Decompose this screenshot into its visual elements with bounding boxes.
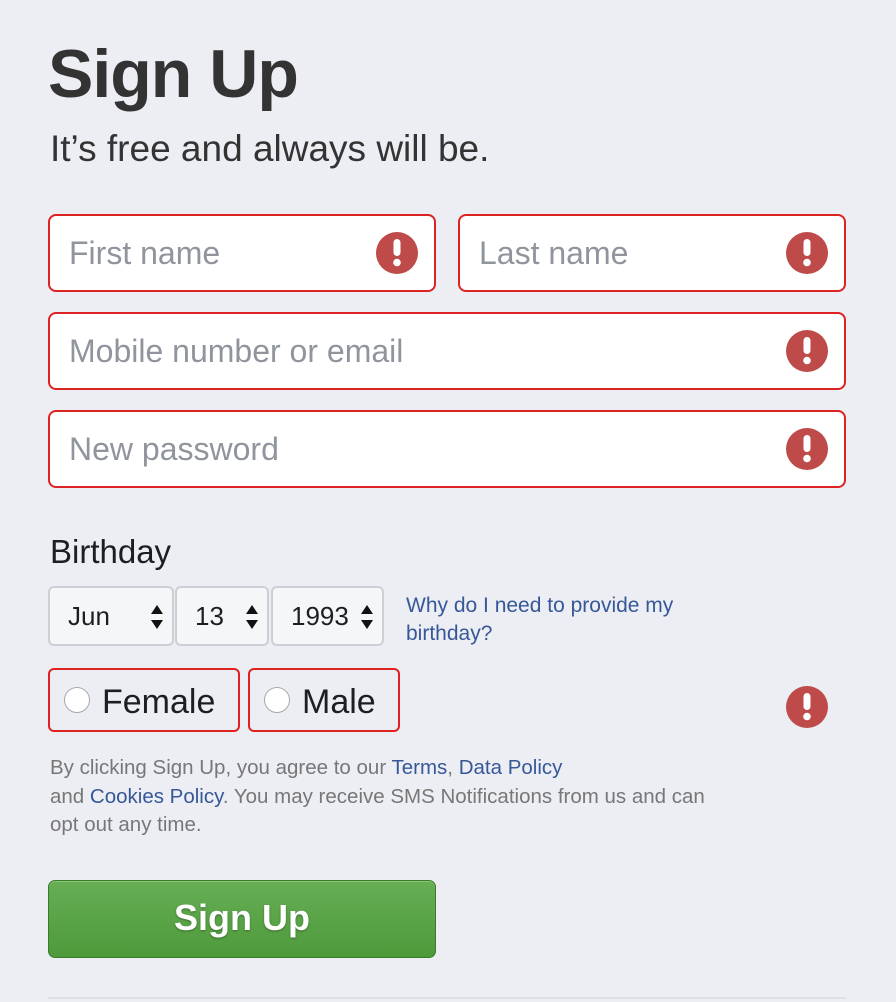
contact-field bbox=[48, 312, 846, 390]
gender-error-icon bbox=[786, 686, 828, 728]
password-field bbox=[48, 410, 846, 488]
day-value: 13 bbox=[195, 601, 224, 631]
legal-prefix: By clicking Sign Up, you agree to our bbox=[50, 756, 392, 779]
select-arrows-icon bbox=[151, 605, 163, 629]
birthday-label: Birthday bbox=[50, 533, 172, 570]
year-value: 1993 bbox=[291, 601, 349, 631]
page-title: Sign Up bbox=[48, 36, 299, 112]
divider bbox=[48, 997, 846, 999]
mobile-or-email-input[interactable] bbox=[50, 314, 844, 388]
select-arrows-icon bbox=[246, 605, 258, 629]
select-arrows-icon bbox=[361, 605, 373, 629]
legal-notice: By clicking Sign Up, you agree to our Te… bbox=[50, 754, 710, 840]
cookies-policy-link[interactable]: Cookies Policy bbox=[90, 785, 223, 808]
error-icon bbox=[786, 428, 828, 470]
error-icon bbox=[786, 330, 828, 372]
legal-and: and bbox=[50, 784, 90, 808]
male-label: Male bbox=[302, 683, 376, 721]
female-radio[interactable] bbox=[64, 687, 90, 713]
birthday-year-select[interactable]: 1993 bbox=[271, 586, 384, 646]
male-radio[interactable] bbox=[264, 687, 290, 713]
data-policy-link[interactable]: Data Policy bbox=[459, 756, 563, 779]
month-value: Jun bbox=[68, 601, 110, 631]
first-name-field bbox=[48, 214, 436, 292]
terms-link[interactable]: Terms bbox=[391, 756, 447, 779]
birthday-month-select[interactable]: Jun bbox=[48, 586, 174, 646]
new-password-input[interactable] bbox=[50, 412, 844, 486]
legal-comma: , bbox=[447, 756, 459, 779]
female-label: Female bbox=[102, 683, 216, 721]
why-birthday-link[interactable]: Why do I need to provide my birthday? bbox=[406, 592, 746, 648]
last-name-field bbox=[458, 214, 846, 292]
error-icon bbox=[786, 232, 828, 274]
page-subtitle: It’s free and always will be. bbox=[50, 128, 490, 169]
gender-female-option[interactable]: Female bbox=[48, 668, 240, 732]
birthday-day-select[interactable]: 13 bbox=[175, 586, 269, 646]
gender-male-option[interactable]: Male bbox=[248, 668, 400, 732]
error-icon bbox=[376, 232, 418, 274]
sign-up-button[interactable]: Sign Up bbox=[48, 880, 436, 958]
